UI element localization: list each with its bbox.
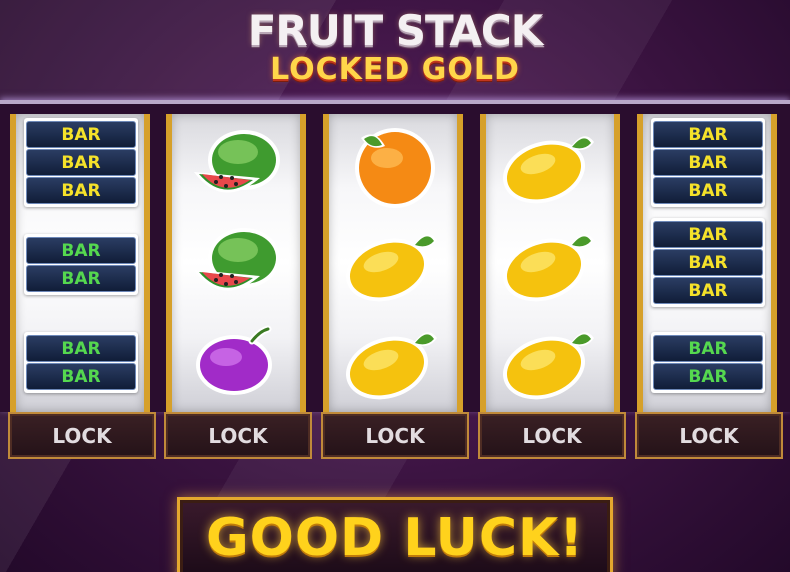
watermelon-icon (172, 116, 300, 214)
lock-button-reel-4[interactable]: LOCK (478, 412, 626, 459)
lock-button-reel-1[interactable]: LOCK (8, 412, 156, 459)
bar-symbol: BAR (653, 177, 763, 204)
watermelon-icon (172, 214, 300, 312)
bar-stack-triple: BAR BAR BAR (651, 218, 765, 307)
reel-3 (323, 114, 463, 412)
bar-symbol: BAR (653, 121, 763, 148)
lock-button-reel-3[interactable]: LOCK (321, 412, 469, 459)
lemon-icon (329, 214, 457, 312)
bar-symbol: BAR (26, 149, 136, 176)
reel-5: BAR BAR BAR BAR BAR BAR BAR BAR (637, 114, 777, 412)
plum-icon (172, 312, 300, 410)
logo-title-line2: LOCKED GOLD (270, 52, 520, 87)
bar-symbol: BAR (653, 149, 763, 176)
reel-1: BAR BAR BAR BAR BAR BAR BAR (10, 114, 150, 412)
bar-stack-double: BAR BAR (651, 332, 765, 393)
bar-stack-triple: BAR BAR BAR (651, 118, 765, 207)
lemon-icon (486, 312, 614, 410)
reel-4 (480, 114, 620, 412)
lemon-icon (486, 214, 614, 312)
bar-symbol: BAR (653, 363, 763, 390)
bar-stack-double: BAR BAR (24, 332, 138, 393)
bar-stack-double: BAR BAR (24, 234, 138, 295)
game-logo: FRUIT STACK LOCKED GOLD (0, 8, 790, 86)
bar-symbol: BAR (26, 237, 136, 264)
bar-symbol: BAR (26, 265, 136, 292)
bar-symbol: BAR (26, 363, 136, 390)
bar-symbol: BAR (26, 121, 136, 148)
bar-symbol: BAR (653, 221, 763, 248)
bar-symbol: BAR (26, 335, 136, 362)
lock-button-reel-5[interactable]: LOCK (635, 412, 783, 459)
bar-symbol: BAR (653, 277, 763, 304)
orange-icon (329, 116, 457, 214)
logo-title-line1: FRUIT STACK (247, 6, 544, 55)
message-text: GOOD LUCK! (205, 508, 585, 568)
bar-symbol: BAR (653, 249, 763, 276)
bar-symbol: BAR (653, 335, 763, 362)
lemon-icon (486, 116, 614, 214)
reel-frame: BAR BAR BAR BAR BAR BAR BAR BAR BAR BAR … (0, 100, 790, 412)
lemon-icon (329, 312, 457, 410)
lock-button-reel-2[interactable]: LOCK (164, 412, 312, 459)
message-banner: GOOD LUCK! (177, 497, 613, 572)
bar-stack-triple: BAR BAR BAR (24, 118, 138, 207)
bar-symbol: BAR (26, 177, 136, 204)
reel-2 (166, 114, 306, 412)
